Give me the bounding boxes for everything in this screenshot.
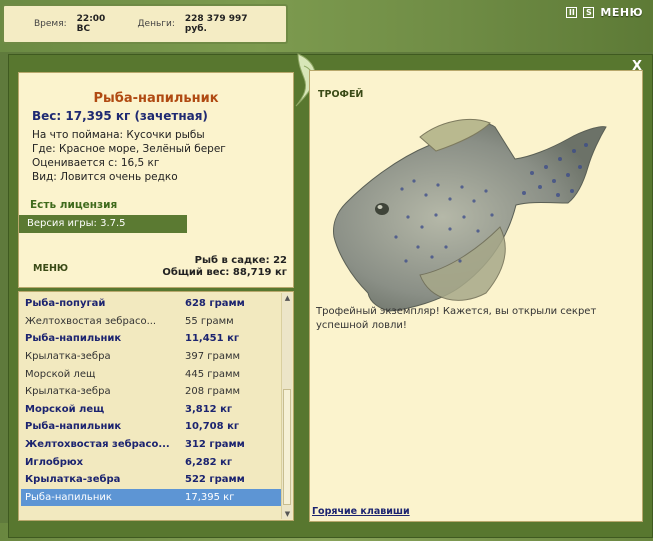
catch-row-name: Крылатка-зебра <box>25 351 111 363</box>
catch-row[interactable]: Рыба-напильник 11,451 кг <box>21 330 281 348</box>
status-bar: Время: 22:00 ВС Деньги: 228 379 997 руб. <box>2 4 288 44</box>
menu-link[interactable]: МЕНЮ <box>33 263 68 274</box>
catch-row-name: Рыба-напильник <box>25 491 112 503</box>
catch-row-name: Рыба-напильник <box>25 333 122 345</box>
catch-row-weight: 11,451 кг <box>185 333 240 345</box>
filefish-image <box>333 119 607 312</box>
catch-row-name: Крылатка-зебра <box>25 474 121 486</box>
catch-list: Рыба-попугай 628 грамм Желтохвостая зебрас… <box>18 291 294 521</box>
catch-row-weight: 3,812 кг <box>185 403 233 415</box>
catch-row-weight: 445 грамм <box>185 368 241 380</box>
trophy-message: Трофейный экземпляр! Кажется, вы открыли… <box>316 306 597 331</box>
scroll-up-icon[interactable]: ▲ <box>282 293 293 303</box>
catch-row[interactable]: Рыба-напильник 17,395 кг <box>21 488 281 507</box>
catch-row-weight: 522 грамм <box>185 474 245 486</box>
time-label: Время: <box>34 19 67 29</box>
catch-row-name: Рыба-попугай <box>25 298 106 310</box>
catch-row-name: Морской лещ <box>25 368 96 380</box>
catch-row[interactable]: Рыба-попугай 628 грамм <box>21 295 281 313</box>
catch-row[interactable]: Иглобрюх 6,282 кг <box>21 453 281 471</box>
catch-row-weight: 10,708 кг <box>185 421 240 433</box>
hotkeys-link[interactable]: Горячие клавиши <box>312 506 410 517</box>
scroll-down-icon[interactable]: ▼ <box>282 509 293 519</box>
pause-icon[interactable]: II <box>566 7 578 18</box>
catch-row-name: Иглобрюх <box>25 456 84 468</box>
fish-rarity: Вид: Ловится очень редко <box>32 171 178 183</box>
catch-row-name: Морской лещ <box>25 403 105 415</box>
fish-title: Рыба-напильник <box>93 91 219 106</box>
money-value: 228 379 997 руб. <box>184 14 248 34</box>
catch-row-weight: 312 грамм <box>185 439 245 451</box>
catch-row-name: Желтохвостая зебрасо... <box>25 439 170 451</box>
fish-price: Оценивается с: 16,5 кг <box>32 157 160 169</box>
scrollbar[interactable]: ▲ ▼ <box>281 293 292 519</box>
license-status: Есть лицензия <box>30 199 118 211</box>
catch-row[interactable]: Рыба-напильник 10,708 кг <box>21 418 281 436</box>
catch-row-weight: 17,395 кг <box>185 491 235 503</box>
trophy-panel: ТРОФЕЙ Трофейный экземпляр! Кажется, вы … <box>309 70 643 522</box>
time-value: 22:00 ВС <box>76 14 106 34</box>
catch-row[interactable]: Крылатка-зебра 522 грамм <box>21 471 281 489</box>
fish-info-card: Рыба-напильник Вес: 17,395 кг (зачетная)… <box>18 72 294 288</box>
catch-row-name: Крылатка-зебра <box>25 386 111 398</box>
catch-row-name: Рыба-напильник <box>25 421 122 433</box>
money-label: Деньги: <box>137 19 175 29</box>
catch-row-weight: 55 грамм <box>185 315 234 327</box>
catch-row[interactable]: Желтохвостая зебрасо... 55 грамм <box>21 313 281 331</box>
sound-icon[interactable]: S <box>583 7 595 18</box>
main-menu-button[interactable]: МЕНЮ <box>600 6 643 19</box>
catch-row[interactable]: Морской лещ 3,812 кг <box>21 401 281 419</box>
catch-row-weight: 397 грамм <box>185 351 241 363</box>
catch-row[interactable]: Крылатка-зебра 397 грамм <box>21 348 281 366</box>
version-bar: Версия игры: 3.7.5 <box>19 215 187 233</box>
catch-row-weight: 208 грамм <box>185 386 241 398</box>
catch-row[interactable]: Желтохвостая зебрасо... 312 грамм <box>21 436 281 454</box>
fish-in-net: Рыб в садке: 22 <box>194 255 287 266</box>
catch-row-weight: 6,282 кг <box>185 456 233 468</box>
fish-weight: Вес: 17,395 кг (зачетная) <box>32 109 208 123</box>
total-weight: Общий вес: 88,719 кг <box>162 267 287 278</box>
catch-row-weight: 628 грамм <box>185 298 245 310</box>
catch-list-rows: Рыба-попугай 628 грамм Желтохвостая зебрас… <box>21 295 281 507</box>
scroll-thumb[interactable] <box>283 389 291 505</box>
top-controls: II S МЕНЮ <box>566 6 643 19</box>
catch-row-name: Желтохвостая зебрасо... <box>25 315 157 327</box>
catch-row[interactable]: Крылатка-зебра 208 грамм <box>21 383 281 401</box>
catch-row[interactable]: Морской лещ 445 грамм <box>21 365 281 383</box>
fish-location: Где: Красное море, Зелёный берег <box>32 143 226 155</box>
fish-bait: На что поймана: Кусочки рыбы <box>32 129 205 141</box>
catch-stats: Рыб в садке: 22 Общий вес: 88,719 кг <box>162 255 287 279</box>
